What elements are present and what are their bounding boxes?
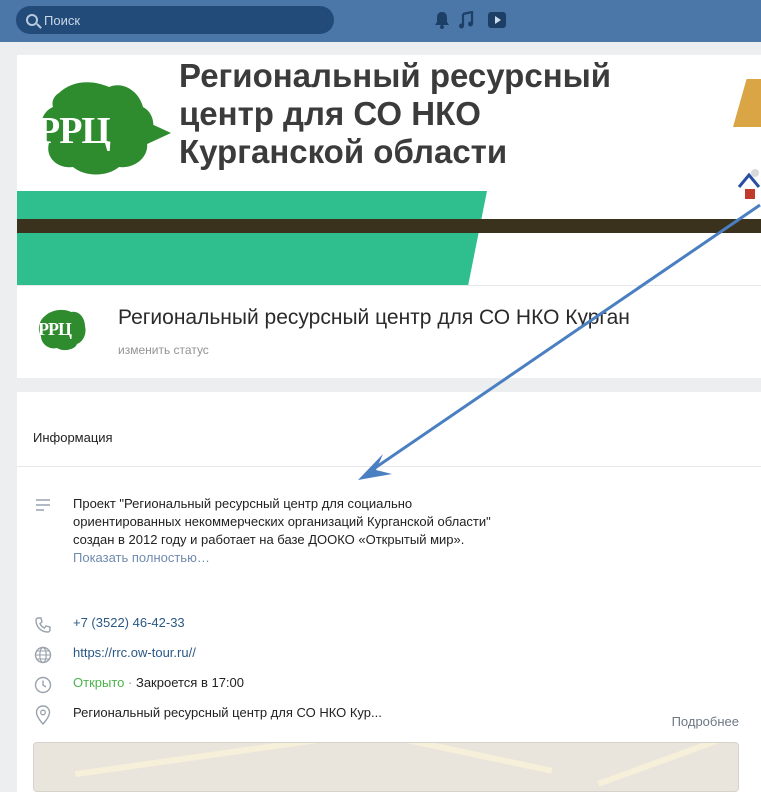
search-input[interactable]: [44, 12, 304, 28]
community-cover: РРЦ Региональный ресурсный центр для СО …: [17, 55, 761, 285]
music-icon[interactable]: [456, 10, 476, 30]
video-icon[interactable]: [487, 10, 507, 30]
phone-icon: [33, 615, 53, 635]
open-status: Открыто: [73, 675, 125, 690]
cover-side-graphic: [733, 79, 761, 127]
avatar-text: РРЦ: [38, 319, 72, 339]
description-text: Проект "Региональный ресурсный центр для…: [73, 495, 593, 567]
separator: ·: [128, 675, 133, 690]
map-road: [355, 743, 553, 774]
info-heading: Информация: [33, 430, 113, 445]
details-link[interactable]: Подробнее: [672, 714, 739, 729]
change-status-link[interactable]: изменить статус: [118, 343, 209, 357]
phone-number-link[interactable]: +7 (3522) 46-42-33: [73, 615, 185, 630]
location-pin-icon: [33, 705, 53, 725]
cover-title-line3: Курганской области: [179, 133, 508, 170]
description-row: Проект "Региональный ресурсный центр для…: [33, 495, 593, 567]
divider: [17, 466, 761, 467]
map-road: [597, 743, 731, 787]
page-title: Региональный ресурсный центр для СО НКО …: [118, 306, 630, 329]
phone-row: +7 (3522) 46-42-33: [33, 615, 185, 635]
description-line: ориентированных некоммерческих организац…: [73, 514, 491, 529]
cover-side-emblem: [737, 167, 761, 203]
text-lines-icon: [33, 495, 53, 515]
search-box[interactable]: [16, 6, 334, 34]
closing-time: Закроется в 17:00: [135, 675, 245, 690]
map-road: [74, 743, 334, 778]
map-preview[interactable]: [33, 742, 739, 792]
website-link[interactable]: https://rrc.ow-tour.ru//: [73, 645, 196, 660]
cover-green-band: [17, 191, 487, 285]
hours-row: Открыто · Закроется в 17:00: [33, 675, 244, 695]
globe-icon: [33, 645, 53, 665]
cover-title-line2: центр для СО НКО: [179, 95, 481, 132]
bell-icon[interactable]: [432, 10, 452, 30]
description-line: создан в 2012 году и работает на базе ДО…: [73, 532, 465, 547]
profile-card: РРЦ Региональный ресурсный центр для СО …: [17, 285, 761, 378]
clock-icon: [33, 675, 53, 695]
address-text: Региональный ресурсный центр для СО НКО …: [73, 705, 382, 720]
logo-text: РРЦ: [37, 110, 111, 152]
cover-dark-bar: [17, 219, 761, 233]
cover-title-line1: Региональный ресурсный: [179, 57, 612, 94]
description-line: Проект "Региональный ресурсный центр для…: [73, 496, 413, 511]
address-row[interactable]: Региональный ресурсный центр для СО НКО …: [33, 705, 382, 725]
cover-title: Региональный ресурсный центр для СО НКО …: [179, 57, 699, 171]
rrc-logo: РРЦ: [31, 73, 181, 183]
avatar[interactable]: РРЦ: [37, 308, 87, 352]
search-icon: [26, 14, 38, 26]
website-row: https://rrc.ow-tour.ru//: [33, 645, 196, 665]
show-more-link[interactable]: Показать полностью…: [73, 549, 593, 567]
top-navigation-bar: [0, 0, 761, 42]
info-card: Информация Проект "Региональный ресурсны…: [17, 392, 761, 792]
